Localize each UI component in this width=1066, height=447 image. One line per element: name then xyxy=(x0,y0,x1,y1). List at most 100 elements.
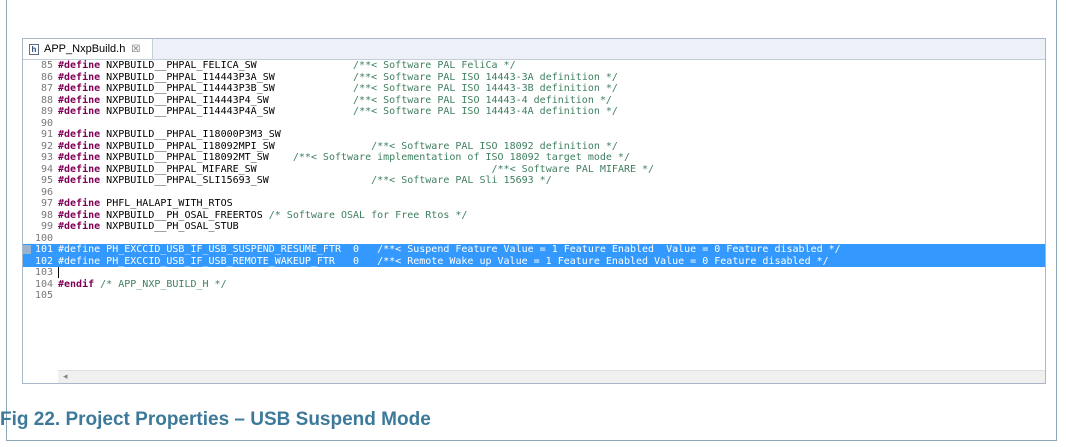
code-line[interactable]: 103 xyxy=(23,267,1045,279)
preprocessor-keyword: #define xyxy=(58,152,101,163)
code-comment: /**< Software PAL MIFARE */ xyxy=(491,163,655,175)
code-padding xyxy=(269,152,293,163)
preprocessor-keyword: #define xyxy=(58,255,101,267)
line-number: 87 xyxy=(40,83,53,94)
macro-name: NXPBUILD__PHPAL_SLI15693_SW xyxy=(100,175,269,186)
code-line[interactable]: 96 xyxy=(23,187,1045,199)
code-line[interactable]: 100 xyxy=(23,233,1045,245)
line-number: 90 xyxy=(40,117,53,129)
code-comment: /**< Software PAL ISO 14443-3A definitio… xyxy=(353,71,618,83)
code-area[interactable]: 85 #define NXPBUILD__PHPAL_FELICA_SW /**<… xyxy=(23,60,1045,368)
text-caret xyxy=(58,267,59,278)
code-line[interactable]: 94 #define NXPBUILD__PHPAL_MIFARE_SW /**<… xyxy=(23,164,1045,176)
macro-name: NXPBUILD__PHPAL_I18092MT_SW xyxy=(100,152,269,163)
code-comment: /**< Suspend Feature Value = 1 Feature E… xyxy=(377,244,841,255)
macro-name: PH_EXCCID_USB_IF_USB_REMOTE_WAKEUP_FTR 0 xyxy=(100,255,360,267)
preprocessor-keyword: #define xyxy=(58,163,101,175)
code-text: #define NXPBUILD__PHPAL_I14443P4_SW /**<… xyxy=(58,95,612,107)
macro-name: NXPBUILD__PHPAL_I14443P3B_SW xyxy=(100,83,275,94)
code-line[interactable]: 104 #endif /* APP_NXP_BUILD_H */ xyxy=(23,279,1045,291)
code-comment: /**< Software PAL ISO 14443-4 definition… xyxy=(353,94,612,106)
code-padding xyxy=(359,244,377,255)
macro-name: NXPBUILD__PHPAL_MIFARE_SW xyxy=(100,163,257,175)
macro-name: PH_EXCCID_USB_IF_USB_SUSPEND_RESUME_FTR … xyxy=(100,244,360,255)
macro-name: NXPBUILD__PH_OSAL_STUB xyxy=(100,221,239,232)
code-text: #define NXPBUILD__PHPAL_I14443P3A_SW /**… xyxy=(58,72,618,84)
code-line[interactable]: 102 #define PH_EXCCID_USB_IF_USB_REMOTE_W… xyxy=(23,255,1045,267)
code-comment: /**< Software PAL ISO 14443-4A definitio… xyxy=(353,106,618,117)
line-number: 96 xyxy=(40,186,53,198)
preprocessor-keyword: #define xyxy=(58,83,101,94)
macro-name: NXPBUILD__PHPAL_FELICA_SW xyxy=(100,60,257,71)
preprocessor-keyword: #define xyxy=(58,60,101,71)
code-padding xyxy=(257,164,492,175)
code-line[interactable]: 90 xyxy=(23,118,1045,130)
code-padding xyxy=(275,141,371,152)
code-line[interactable]: 99 #define NXPBUILD__PH_OSAL_STUB xyxy=(23,221,1045,233)
preprocessor-keyword: #define xyxy=(58,129,101,140)
figure-caption: Fig 22. Project Properties – USB Suspend… xyxy=(0,409,431,430)
close-icon[interactable]: ☒ xyxy=(131,44,140,55)
code-comment: /**< Software implementation of ISO 1809… xyxy=(292,152,630,163)
code-line[interactable]: 87 #define NXPBUILD__PHPAL_I14443P3B_SW /… xyxy=(23,83,1045,95)
code-comment: /* APP_NXP_BUILD_H */ xyxy=(100,278,227,290)
code-line[interactable]: 86 #define NXPBUILD__PHPAL_I14443P3A_SW /… xyxy=(23,72,1045,84)
code-line[interactable]: 95 #define NXPBUILD__PHPAL_SLI15693_SW /*… xyxy=(23,175,1045,187)
code-editor[interactable]: h APP_NxpBuild.h ☒ 85 #define NXPBUILD__P… xyxy=(22,38,1046,384)
code-text: #endif /* APP_NXP_BUILD_H */ xyxy=(58,279,227,291)
preprocessor-keyword: #define xyxy=(58,106,101,117)
code-comment: /* Software OSAL for Free Rtos */ xyxy=(268,209,468,221)
code-line[interactable]: 101 #define PH_EXCCID_USB_IF_USB_SUSPEND_… xyxy=(23,244,1045,256)
line-number: 92 xyxy=(40,140,53,152)
code-padding xyxy=(359,256,377,267)
code-text: #define PHFL_HALAPI_WITH_RTOS xyxy=(58,198,233,210)
macro-name: NXPBUILD__PHPAL_I14443P3A_SW xyxy=(100,71,275,83)
macro-name: NXPBUILD__PHPAL_I14443P4_SW xyxy=(100,94,269,106)
macro-name: NXPBUILD__PHPAL_I18092MPI_SW xyxy=(100,140,275,152)
code-line[interactable]: 93 #define NXPBUILD__PHPAL_I18092MT_SW /*… xyxy=(23,152,1045,164)
line-number: 105 xyxy=(34,290,53,301)
code-padding xyxy=(257,60,353,71)
line-number: 104 xyxy=(34,278,53,290)
preprocessor-keyword: #define xyxy=(58,221,101,232)
line-number: 89 xyxy=(40,106,53,117)
preprocessor-keyword: #define xyxy=(58,198,101,209)
code-text: #define NXPBUILD__PH_OSAL_FREERTOS /* So… xyxy=(58,210,467,222)
code-line[interactable]: 91 #define NXPBUILD__PHPAL_I18000P3M3_SW xyxy=(23,129,1045,141)
code-comment: /**< Remote Wake up Value = 1 Feature En… xyxy=(377,255,829,267)
line-number: 97 xyxy=(40,198,53,209)
code-line[interactable]: 105 xyxy=(23,290,1045,302)
code-comment: /**< Software PAL Sli 15693 */ xyxy=(371,175,552,186)
line-number: 86 xyxy=(40,71,53,83)
preprocessor-keyword: #define xyxy=(58,175,101,186)
line-number: 101 xyxy=(34,244,53,255)
editor-tab-bar: h APP_NxpBuild.h ☒ xyxy=(23,39,1045,60)
scroll-left-icon[interactable]: ◂ xyxy=(63,371,68,382)
code-line[interactable]: 88 #define NXPBUILD__PHPAL_I14443P4_SW /*… xyxy=(23,95,1045,107)
macro-name: NXPBUILD__PHPAL_I14443P4A_SW xyxy=(100,106,275,117)
preprocessor-keyword: #define xyxy=(58,94,101,106)
tab-app-nxpbuild-h[interactable]: h APP_NxpBuild.h ☒ xyxy=(23,39,153,59)
code-padding xyxy=(275,106,353,117)
code-line[interactable]: 92 #define NXPBUILD__PHPAL_I18092MPI_SW /… xyxy=(23,141,1045,153)
line-number: 93 xyxy=(40,152,53,163)
macro-name: NXPBUILD__PH_OSAL_FREERTOS xyxy=(100,209,263,221)
header-file-icon: h xyxy=(29,43,39,55)
line-number: 102 xyxy=(34,255,53,267)
tab-label: APP_NxpBuild.h xyxy=(44,43,126,55)
line-number: 85 xyxy=(40,60,53,71)
code-line[interactable]: 85 #define NXPBUILD__PHPAL_FELICA_SW /**<… xyxy=(23,60,1045,72)
line-number: 95 xyxy=(40,175,53,186)
code-text: #define PH_EXCCID_USB_IF_USB_SUSPEND_RES… xyxy=(58,244,841,256)
code-line[interactable]: 97 #define PHFL_HALAPI_WITH_RTOS xyxy=(23,198,1045,210)
code-line[interactable]: 98 #define NXPBUILD__PH_OSAL_FREERTOS /* … xyxy=(23,210,1045,222)
code-line[interactable]: 89 #define NXPBUILD__PHPAL_I14443P4A_SW /… xyxy=(23,106,1045,118)
code-padding xyxy=(269,95,353,106)
preprocessor-keyword: #define xyxy=(58,140,101,152)
code-comment: /**< Software PAL FeliCa */ xyxy=(353,60,516,71)
horizontal-scrollbar[interactable]: ◂ xyxy=(58,370,1045,383)
preprocessor-keyword: #define xyxy=(58,71,101,83)
code-text: #define NXPBUILD__PHPAL_FELICA_SW /**< S… xyxy=(58,60,516,72)
code-text: #define NXPBUILD__PHPAL_I14443P4A_SW /**… xyxy=(58,106,618,118)
code-padding xyxy=(269,175,371,186)
